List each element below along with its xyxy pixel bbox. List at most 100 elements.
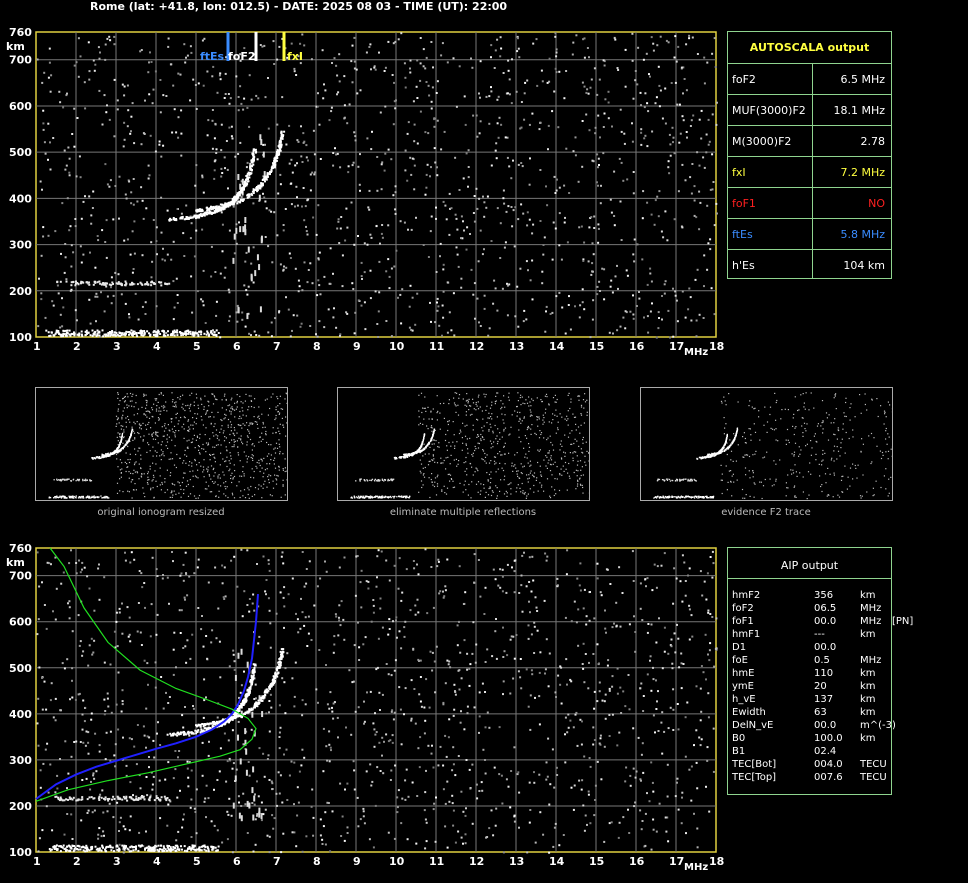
- noise-dot: [455, 246, 458, 249]
- noise-dot: [130, 130, 132, 133]
- thumbnail-noise: [526, 402, 529, 404]
- noise-dot: [517, 325, 520, 328]
- thumbnail-noise: [134, 448, 136, 450]
- thumbnail-noise: [555, 409, 557, 411]
- thumbnail-noise: [152, 474, 155, 476]
- thumbnail-noise: [229, 468, 231, 470]
- thumbnail-noise: [129, 400, 131, 402]
- es-trace-dot: [58, 333, 61, 335]
- noise-dot: [448, 192, 451, 195]
- noise-dot: [603, 64, 606, 67]
- thumbnail-noise: [484, 456, 487, 458]
- thumbnail-noise: [215, 434, 217, 436]
- thumbnail-noise: [227, 418, 230, 421]
- noise-dot: [216, 91, 219, 94]
- es-trace-dot: [210, 330, 213, 333]
- noise-dot: [343, 104, 346, 107]
- noise-dot: [620, 239, 623, 241]
- noise-dot: [631, 122, 633, 125]
- thumbnail-noise: [554, 414, 556, 416]
- thumbnail-noise: [465, 456, 467, 459]
- noise-dot: [434, 161, 437, 164]
- noise-dot: [499, 55, 502, 58]
- thumbnail-noise: [143, 473, 145, 475]
- es-trace-dot: [105, 333, 108, 336]
- noise-dot: [305, 156, 308, 159]
- thumbnail-noise: [124, 461, 126, 463]
- noise-dot: [538, 128, 541, 131]
- thumbnail-noise: [165, 401, 167, 403]
- thumbnail-trace-dot: [357, 495, 360, 497]
- thumbnail-noise: [140, 475, 142, 477]
- thumbnail-noise: [559, 473, 561, 475]
- thumbnail-noise: [119, 433, 121, 435]
- thumbnail-noise: [231, 492, 233, 494]
- thumbnail-noise: [475, 483, 478, 485]
- thumbnail-noise: [471, 413, 473, 415]
- autoscala-row-ftes: ftEs 5.8 MHz: [728, 218, 891, 250]
- noise-dot: [252, 281, 255, 284]
- noise-dot: [105, 111, 108, 114]
- noise-dot: [113, 78, 116, 81]
- noise-dot: [123, 94, 126, 97]
- thumbnail-noise: [431, 473, 433, 475]
- noise-dot: [172, 240, 175, 243]
- noise-dot: [191, 311, 194, 314]
- thumbnail-noise: [230, 430, 232, 432]
- noise-dot: [162, 94, 165, 97]
- noise-dot: [589, 336, 592, 339]
- thumbnail-trace-dot: [433, 430, 435, 433]
- thumbnail-noise: [162, 451, 164, 453]
- noise-dot: [591, 242, 594, 245]
- thumbnail-noise: [166, 469, 168, 471]
- e2-trace-dot: [86, 281, 88, 284]
- noise-dot: [430, 166, 432, 169]
- noise-dot: [79, 245, 82, 248]
- noise-dot: [103, 94, 106, 97]
- noise-dot: [317, 92, 319, 95]
- thumbnail-noise: [166, 438, 168, 440]
- noise-dot: [713, 224, 716, 227]
- noise-dot: [183, 255, 186, 257]
- noise-dot: [416, 142, 419, 145]
- noise-dot: [357, 235, 359, 237]
- noise-dot: [200, 298, 203, 301]
- noise-dot: [271, 261, 274, 264]
- thumbnail-noise: [127, 490, 129, 492]
- noise-dot: [75, 61, 78, 64]
- noise-dot: [479, 60, 482, 63]
- noise-dot: [544, 330, 547, 333]
- noise-dot: [120, 293, 123, 296]
- noise-dot: [82, 200, 85, 203]
- noise-dot: [334, 147, 336, 150]
- thumbnail-noise: [448, 403, 450, 405]
- thumbnail-noise: [275, 442, 278, 444]
- thumbnail-noise: [532, 399, 534, 402]
- o-trace-dot: [232, 198, 235, 200]
- thumbnail-noise: [436, 462, 439, 464]
- thumbnail-trace-dot: [404, 457, 406, 459]
- noise-dot: [641, 217, 644, 220]
- thumbnail-noise: [552, 463, 554, 465]
- noise-dot: [300, 322, 303, 325]
- noise-dot: [52, 137, 55, 139]
- noise-dot: [463, 95, 466, 98]
- thumbnail-trace-dot: [385, 495, 387, 498]
- noise-dot: [104, 43, 107, 46]
- thumbnail-noise: [250, 400, 253, 402]
- thumbnail-trace-dot: [109, 452, 112, 454]
- thumbnail-noise: [183, 416, 185, 418]
- thumbnail-noise: [497, 468, 499, 470]
- noise-dot: [646, 315, 649, 318]
- noise-dot: [680, 66, 683, 69]
- thumbnail-noise: [127, 459, 129, 461]
- noise-dot: [406, 132, 409, 135]
- thumbnail-noise: [175, 404, 177, 406]
- noise-dot: [680, 225, 683, 228]
- noise-dot: [404, 76, 407, 79]
- noise-dot: [411, 157, 414, 160]
- thumbnail-noise: [424, 407, 426, 409]
- thumbnail-noise: [538, 418, 540, 420]
- noise-dot: [467, 185, 469, 188]
- thumbnail-noise: [470, 405, 472, 407]
